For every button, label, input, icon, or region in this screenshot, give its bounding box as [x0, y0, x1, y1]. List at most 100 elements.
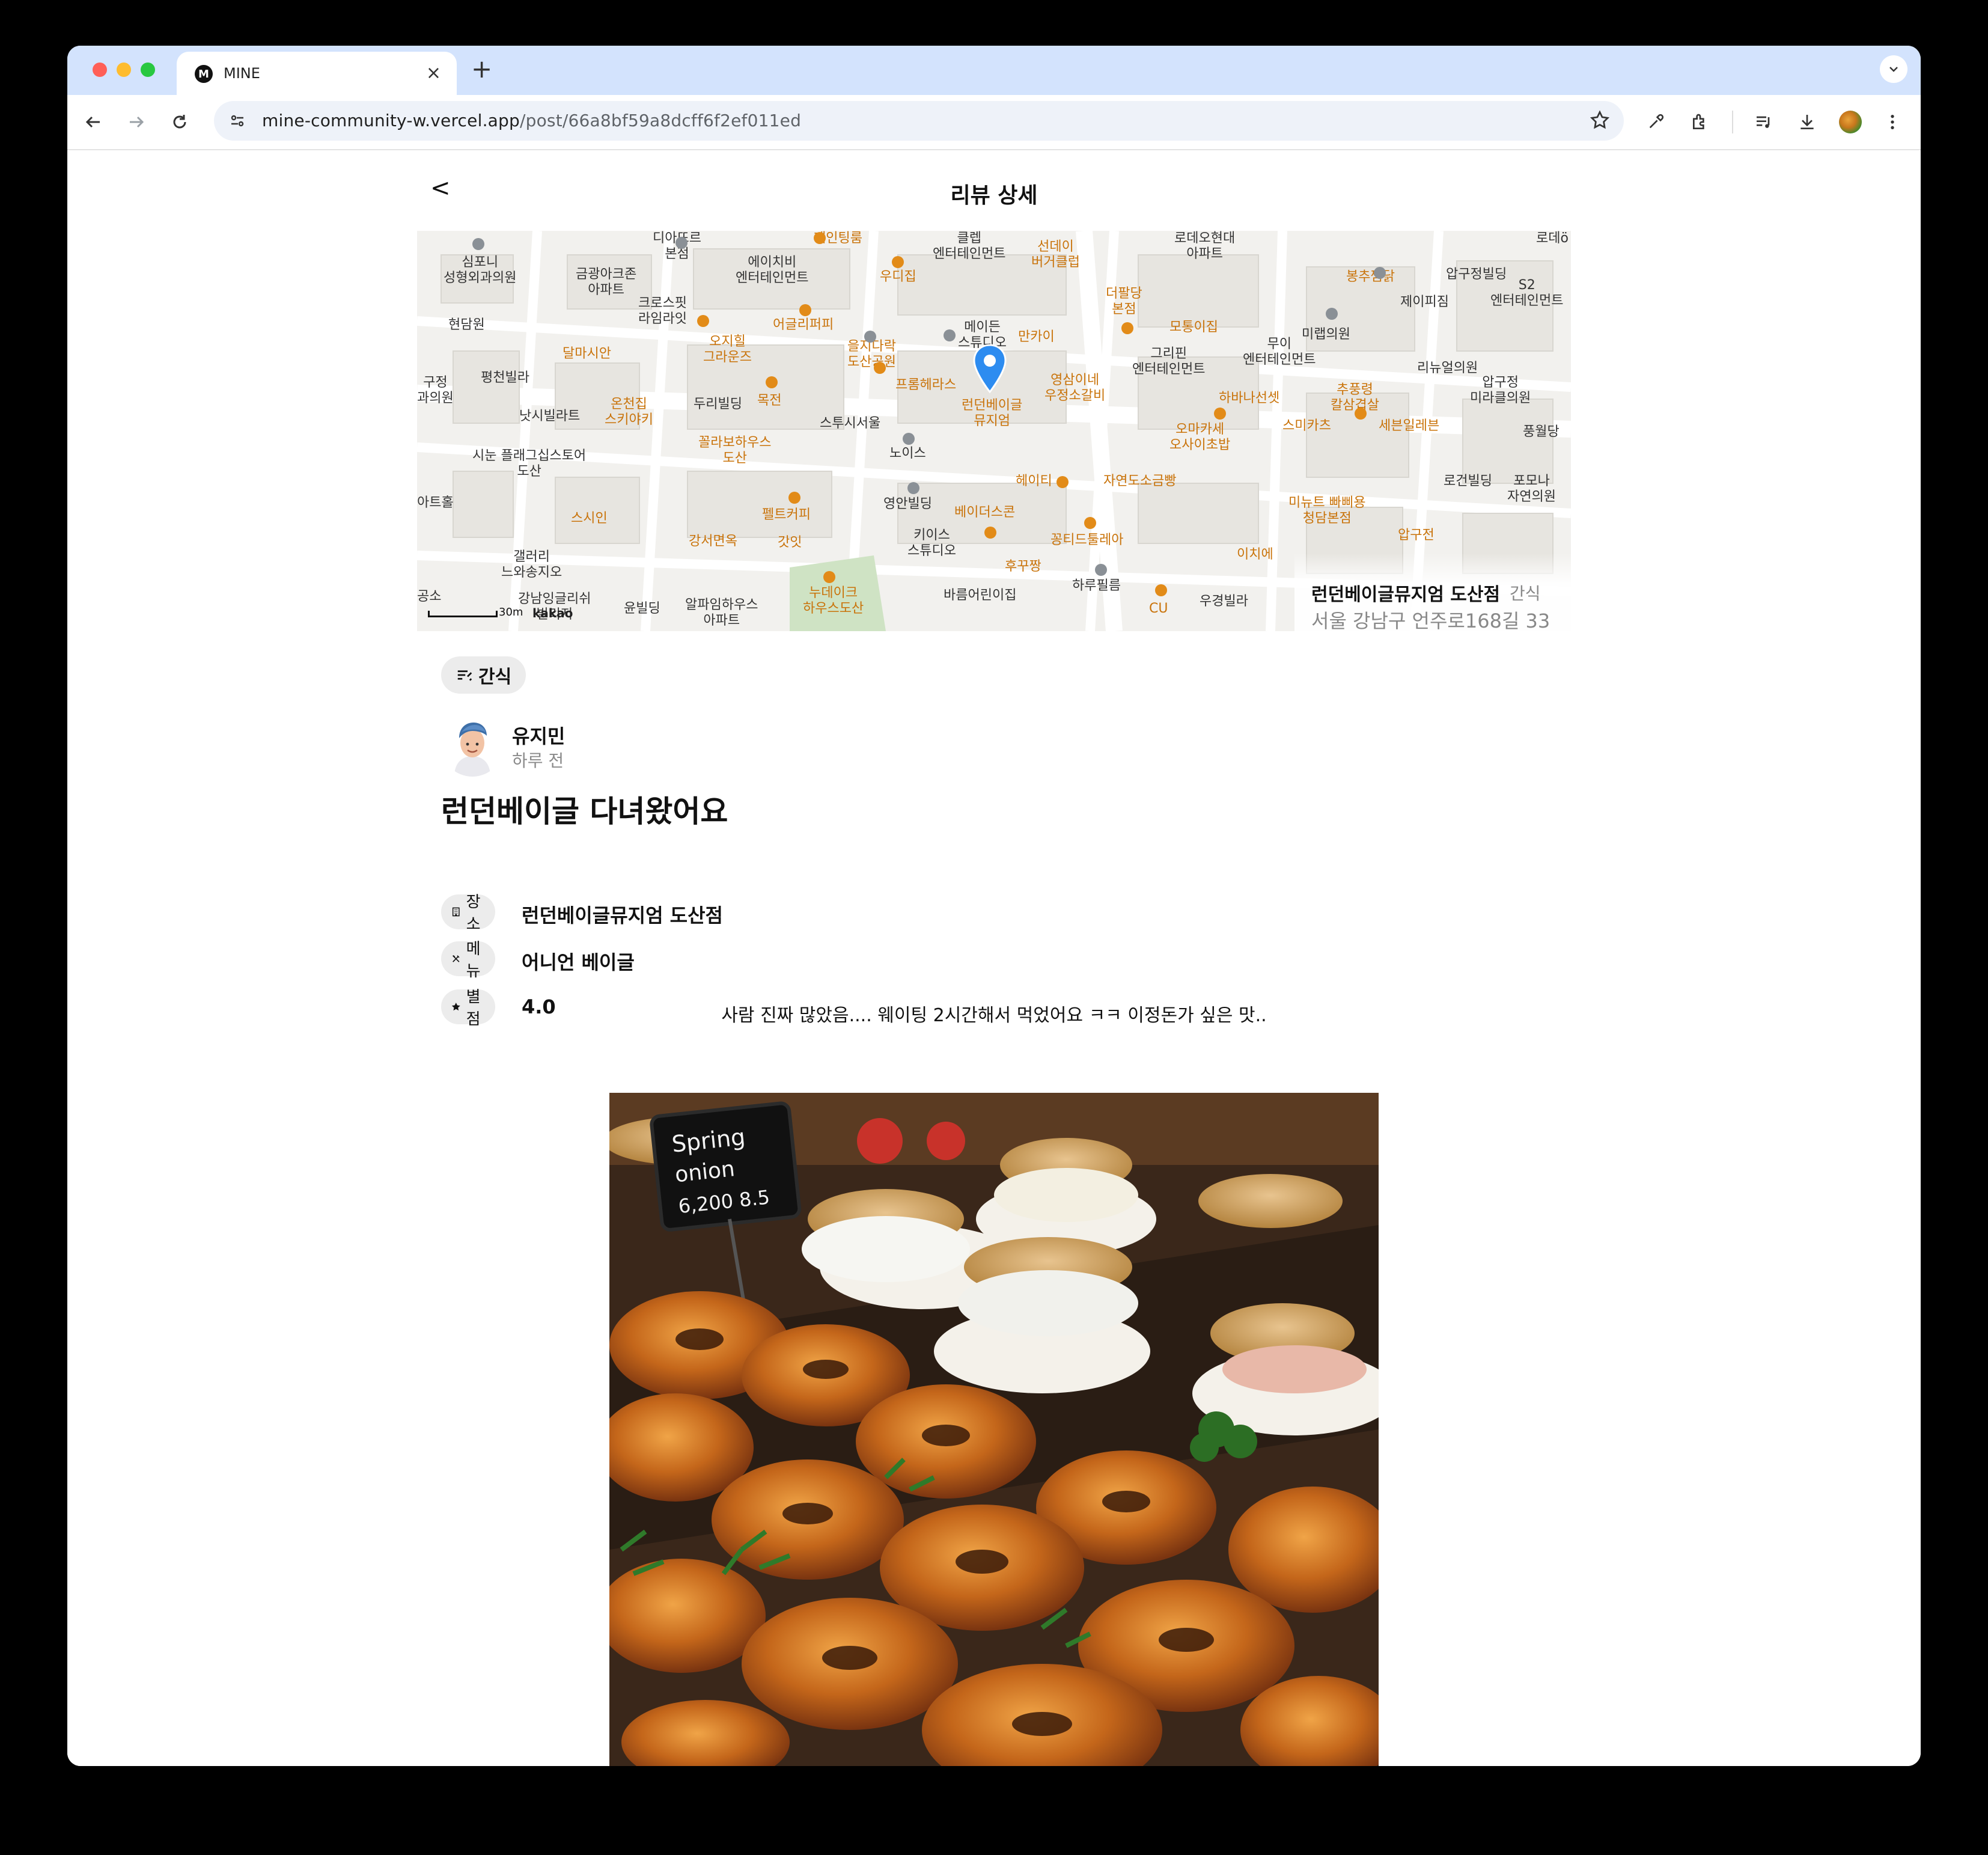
map-label: 스미카츠 [1282, 418, 1331, 433]
map-label: 시눈 플래그십스토어 도산 [472, 448, 587, 479]
map-label: 영삼이네 우정소갈비 [1044, 373, 1106, 403]
tab-close-icon[interactable]: × [426, 63, 441, 84]
poi-icon [675, 237, 688, 249]
menu-label: 메뉴 [466, 940, 481, 980]
map-label: 추풍령 칼삼겹살 [1331, 382, 1379, 413]
page-content: < 리뷰 상세 본점 페인팅룸 클렙 엔터테인먼트 선데이 버거클럽 로데오현대… [67, 150, 1921, 1766]
map-scale-bar [428, 611, 498, 617]
browser-toolbar: mine-community-w.vercel.app/post/66a8bf5… [67, 95, 1921, 150]
kakao-map[interactable]: 디아뜨르본점 페인팅룸 클렙엔터테인먼트 선데이버거클럽 로데오현대아파트 로데… [417, 231, 1571, 631]
map-label: 꼴라보하우스 도산 [698, 435, 772, 466]
eyedropper-icon[interactable] [1642, 108, 1669, 136]
author-name[interactable]: 유지민 [512, 721, 565, 749]
map-label: 크로스핏 라임라잇 [638, 296, 687, 326]
poi-icon [697, 315, 709, 327]
poi-icon [864, 331, 876, 343]
map-label: 헤이티 [1016, 474, 1052, 489]
map-label: 바름어린이집 [944, 588, 1017, 603]
map-label: 선데이 버거클럽 [1031, 239, 1080, 270]
chevron-down-icon[interactable] [1880, 55, 1907, 83]
map-label: 키이스 스튜디오 [907, 528, 956, 558]
map-label: 노이스 [889, 446, 926, 461]
place-chip: 장소 [441, 893, 495, 934]
map-label: 오마카세 오사이초밥 [1169, 422, 1231, 453]
map-label: 풍월당 [1523, 424, 1560, 439]
post-title: 런던베이글 다녀왔어요 [441, 794, 728, 829]
post-photo[interactable]: Spring onion 6,200 8.5 [609, 1093, 1379, 1766]
building-icon [452, 907, 460, 917]
map-label: 만카이 [1018, 329, 1055, 344]
map-label: 알파임하우스 아파트 [685, 597, 758, 628]
map-label: 누데이크 하우스도산 [803, 585, 864, 616]
map-label: CU [1149, 601, 1168, 616]
reload-icon[interactable] [166, 108, 194, 136]
category-chip[interactable]: 간식 [441, 656, 526, 694]
map-label: 펠트커피 [762, 507, 811, 522]
map-pin-icon[interactable] [972, 344, 1007, 394]
place-label: 장소 [466, 893, 481, 934]
forward-arrow-icon[interactable] [123, 108, 150, 136]
extensions-icon[interactable] [1686, 108, 1714, 136]
map-place-category: 간식 [1510, 584, 1541, 604]
map-label: 자연도소금빵 [1103, 474, 1177, 489]
map-label: 더팔당 본점 [1106, 286, 1142, 317]
map-label: 어글리퍼피 [773, 317, 834, 332]
close-window-button[interactable] [93, 63, 107, 77]
category-label: 간식 [478, 667, 512, 688]
browser-window: M MINE × + mine-community-w.vercel.app/p… [67, 46, 1921, 1766]
map-label: 심포니 성형외과의원 [444, 255, 517, 286]
poi-icon [892, 256, 904, 268]
map-label: 베이더스콘 [954, 505, 1016, 520]
profile-avatar-icon[interactable] [1837, 108, 1864, 136]
map-label: 미랩의원 [1302, 327, 1350, 342]
avatar[interactable] [441, 714, 504, 777]
poi-icon [1214, 408, 1226, 420]
map-label: 꽁티드툴레아 [1050, 533, 1124, 548]
map-label: 클렙 엔터테인먼트 [933, 231, 1006, 261]
map-label: 강서면옥 [689, 534, 737, 549]
poi-icon [766, 376, 778, 388]
map-label: 포모나 자연의원 [1507, 474, 1556, 504]
tab-strip: M MINE × + [67, 46, 1921, 95]
poi-icon [944, 329, 956, 341]
poi-icon [1095, 564, 1107, 576]
more-options-icon[interactable] [1879, 108, 1906, 136]
map-label: 프롬헤라스 [895, 377, 957, 393]
map-label: 낫시빌라트 [519, 409, 581, 424]
site-settings-icon[interactable] [227, 111, 248, 131]
kakao-logo: kakao [532, 606, 573, 620]
map-label: 오지힐 그라운즈 [703, 334, 752, 365]
poi-icon [984, 527, 996, 539]
poi-icon [1084, 517, 1096, 529]
back-arrow-icon[interactable] [79, 108, 107, 136]
map-label: 봉추찜닭 [1346, 269, 1395, 284]
map-label: 평천빌라 [481, 370, 529, 385]
bookmark-star-icon[interactable] [1589, 109, 1611, 133]
place-value: 런던베이글뮤지엄 도산점 [522, 904, 723, 927]
map-label: 윤빌딩 [624, 601, 660, 616]
map-label: 리뉴얼의원 [1417, 361, 1478, 376]
map-label: 하바나선셋 [1219, 391, 1280, 406]
poi-icon [788, 492, 800, 504]
new-tab-icon[interactable]: + [471, 54, 492, 84]
minimize-window-button[interactable] [117, 63, 131, 77]
poi-icon [1355, 408, 1367, 420]
address-bar[interactable]: mine-community-w.vercel.app/post/66a8bf5… [214, 101, 1624, 141]
mine-favicon-icon: M [195, 65, 213, 83]
poi-icon [1155, 584, 1167, 596]
media-controls-icon[interactable] [1750, 108, 1778, 136]
map-place-name: 런던베이글뮤지엄 도산점 [1311, 584, 1501, 605]
map-label: 을지다락 도산공원 [847, 339, 896, 370]
maximize-window-button[interactable] [141, 63, 155, 77]
download-icon[interactable] [1793, 108, 1821, 136]
url-host: mine-community-w.vercel.app [262, 111, 520, 130]
poi-icon [1326, 308, 1338, 320]
browser-tab[interactable]: M MINE × [177, 52, 457, 95]
page-header: < 리뷰 상세 [417, 150, 1571, 231]
map-label: 세븐일레븐 [1379, 418, 1440, 433]
map-label: S2 엔터테인먼트 [1490, 278, 1564, 308]
bagel-photo-image: Spring onion 6,200 8.5 [609, 1093, 1379, 1766]
poi-icon [823, 571, 835, 583]
poi-icon [874, 362, 886, 374]
map-label: 영안빌딩 [883, 497, 932, 512]
